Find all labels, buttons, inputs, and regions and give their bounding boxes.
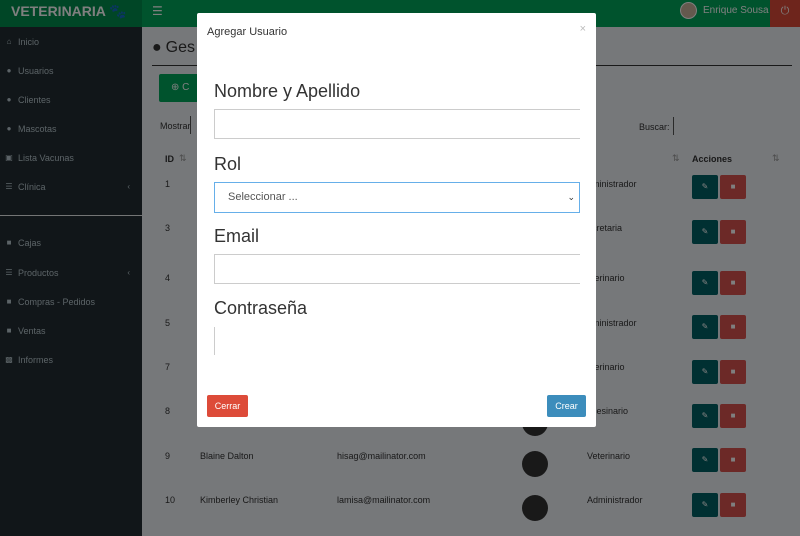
modal-title: Agregar Usuario bbox=[207, 26, 288, 38]
role-select[interactable]: Seleccionar ... ⌄ bbox=[214, 182, 580, 213]
role-select-value: Seleccionar ... bbox=[228, 191, 298, 203]
email-field[interactable] bbox=[214, 254, 580, 284]
name-field-label: Nombre y Apellido bbox=[214, 81, 361, 101]
password-field-label: Contraseña bbox=[214, 298, 308, 318]
password-field[interactable] bbox=[214, 327, 215, 355]
email-field-label: Email bbox=[214, 226, 260, 246]
close-button[interactable]: Cerrar bbox=[207, 395, 248, 417]
chevron-down-icon: ⌄ bbox=[567, 192, 575, 202]
close-icon[interactable]: × bbox=[580, 23, 586, 35]
role-field-label: Rol bbox=[214, 154, 242, 174]
add-user-modal: Agregar Usuario × Nombre y Apellido Rol … bbox=[197, 13, 596, 427]
create-button[interactable]: Crear bbox=[547, 395, 586, 417]
name-field[interactable] bbox=[214, 109, 580, 139]
